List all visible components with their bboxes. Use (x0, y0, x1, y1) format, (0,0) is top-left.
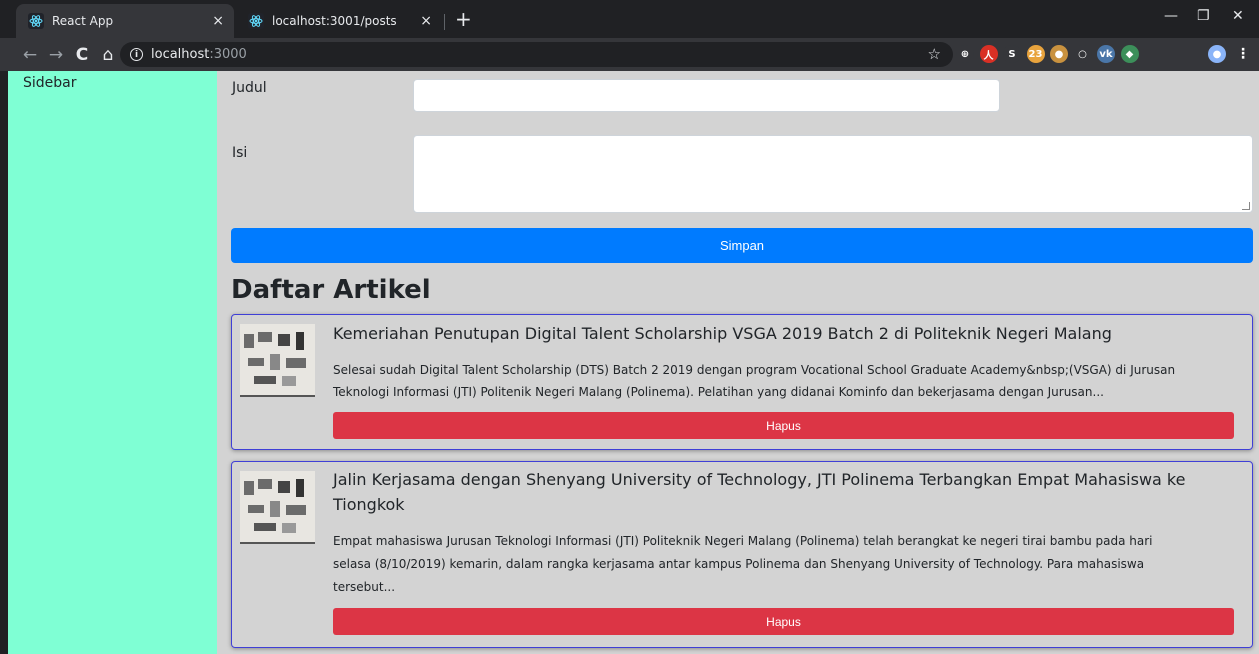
article-card: Jalin Kerjasama dengan Shenyang Universi… (231, 461, 1253, 648)
resize-handle-icon[interactable] (1242, 202, 1250, 210)
article-card: Kemeriahan Penutupan Digital Talent Scho… (231, 314, 1253, 450)
ext-icon-1[interactable]: ⊕ (956, 45, 974, 63)
react-icon (248, 13, 264, 29)
home-icon[interactable]: ⌂ (95, 45, 121, 65)
sidebar-label: Sidebar (23, 75, 77, 91)
article-excerpt-line: selasa (8/10/2019) kemarin, dalam rangka… (333, 557, 1145, 571)
article-excerpt-line: Selesai sudah Digital Talent Scholarship… (333, 363, 1176, 377)
tab-title: React App (52, 14, 114, 28)
tab-react-app[interactable]: React App × (16, 4, 234, 38)
window-close-icon[interactable]: ✕ (1232, 8, 1244, 24)
bookmark-star-icon[interactable]: ☆ (928, 45, 941, 63)
minimize-icon[interactable]: — (1164, 8, 1178, 24)
tab-separator (444, 14, 445, 30)
hapus-button[interactable]: Hapus (333, 412, 1234, 439)
ext-icon-8[interactable]: ◆ (1120, 45, 1139, 63)
hapus-button[interactable]: Hapus (333, 608, 1234, 635)
article-title: Kemeriahan Penutupan Digital Talent Scho… (333, 324, 1112, 343)
back-icon[interactable]: ← (17, 45, 43, 65)
ext-icon-2[interactable]: 人 (979, 45, 998, 63)
browser-tabstrip: React App × localhost:3001/posts × + — ❐… (0, 0, 1259, 38)
page-viewport: Sidebar Judul Isi Simpan Daftar Artikel (8, 71, 1259, 654)
info-icon[interactable]: i (130, 48, 143, 61)
article-thumbnail (240, 471, 315, 544)
restore-icon[interactable]: ❐ (1197, 8, 1210, 24)
profile-avatar-icon[interactable]: ● (1208, 45, 1226, 63)
new-tab-button[interactable]: + (455, 9, 472, 29)
article-title-line: Jalin Kerjasama dengan Shenyang Universi… (333, 470, 1186, 489)
tab-title: localhost:3001/posts (272, 14, 397, 28)
article-title-line: Tiongkok (333, 495, 405, 514)
forward-icon[interactable]: → (43, 45, 69, 65)
reload-icon[interactable]: C (69, 45, 95, 65)
close-tab-icon[interactable]: × (420, 13, 432, 29)
article-excerpt-line: Empat mahasiswa Jurusan Teknologi Inform… (333, 534, 1153, 548)
ext-icon-7[interactable]: vk (1097, 45, 1115, 63)
close-tab-icon[interactable]: × (212, 13, 224, 29)
browser-toolbar: ← → C ⌂ i localhost:3000 ☆ (0, 38, 1259, 71)
main-content: Judul Isi Simpan Daftar Artikel Kemeriah… (217, 71, 1259, 654)
ext-icon-3[interactable]: S (1003, 45, 1021, 63)
tab-localhost-posts[interactable]: localhost:3001/posts × (236, 4, 442, 38)
judul-input[interactable] (413, 79, 1000, 112)
isi-textarea[interactable] (413, 135, 1253, 213)
ext-icon-6[interactable]: ○ (1073, 45, 1092, 63)
daftar-artikel-title: Daftar Artikel (231, 275, 431, 305)
ext-icon-4[interactable]: 23 (1026, 45, 1045, 63)
url-host: localhost (151, 47, 210, 62)
article-excerpt-line: tersebut... (333, 580, 396, 594)
isi-label: Isi (232, 145, 248, 161)
react-icon (28, 13, 44, 29)
sidebar: Sidebar (8, 71, 217, 654)
url-port: :3000 (209, 47, 247, 62)
menu-kebab-icon[interactable]: ⋮ (1234, 45, 1252, 63)
judul-label: Judul (232, 80, 267, 96)
article-thumbnail (240, 324, 315, 397)
ext-icon-5[interactable]: ● (1050, 45, 1068, 63)
address-bar[interactable]: i localhost:3000 ☆ (120, 42, 953, 67)
article-excerpt-line: Teknologi Informasi (JTI) Politenik Nege… (333, 385, 1104, 399)
simpan-button[interactable]: Simpan (231, 228, 1253, 263)
